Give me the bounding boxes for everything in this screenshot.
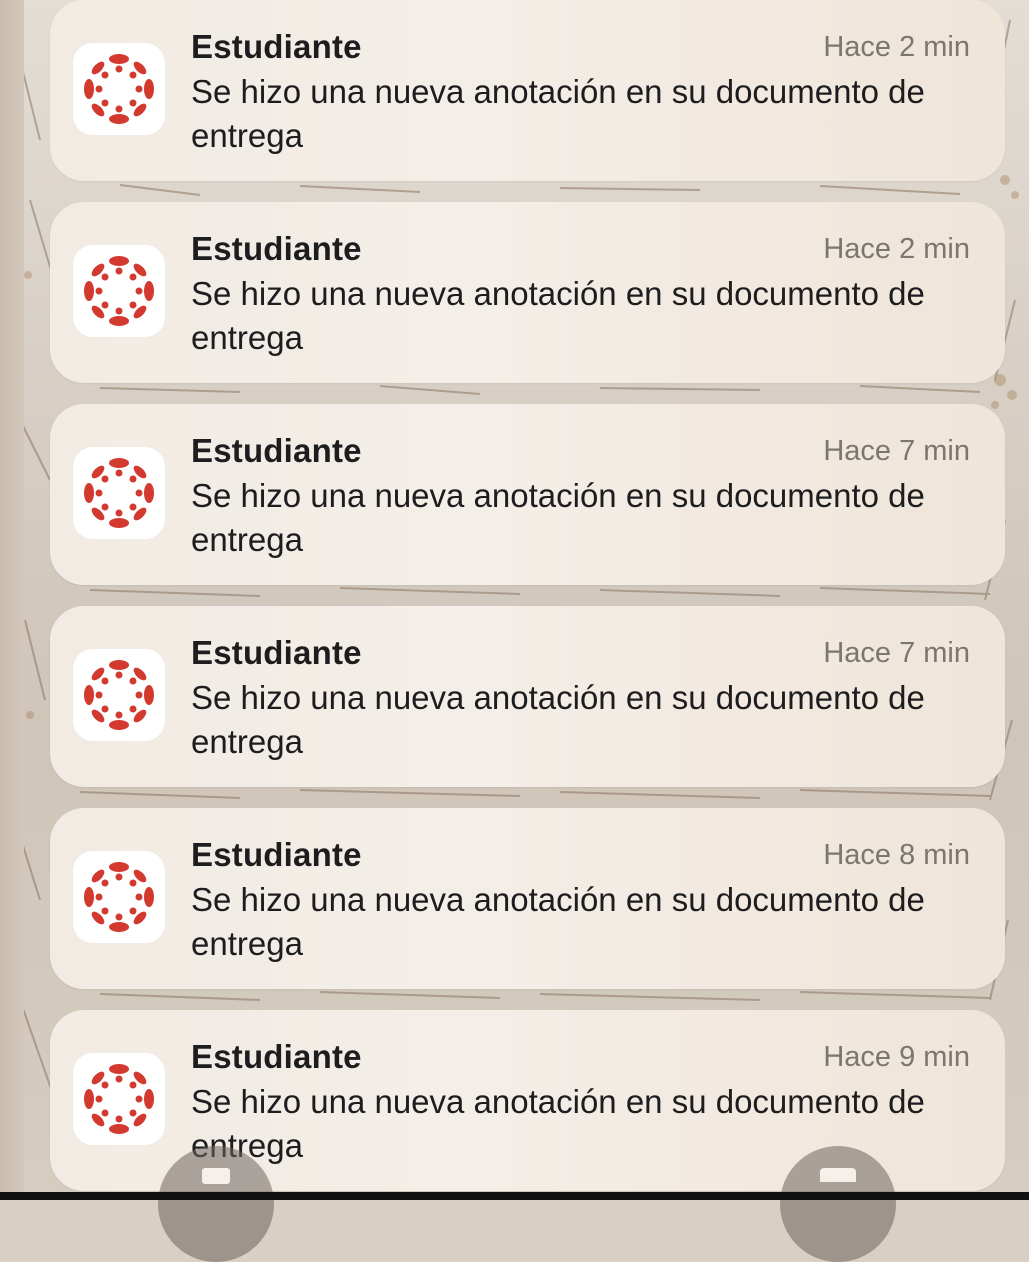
canvas-logo-icon — [84, 660, 154, 730]
notification-message: Se hizo una nueva anotación en su docume… — [191, 881, 925, 962]
canvas-logo-icon — [84, 1064, 154, 1134]
canvas-logo-icon — [84, 458, 154, 528]
notification-app-name: Estudiante — [191, 432, 362, 469]
notification-card[interactable]: Estudiante Hace 7 min Se hizo una nueva … — [50, 606, 1005, 787]
canvas-logo-icon — [84, 256, 154, 326]
notification-card[interactable]: Estudiante Hace 2 min Se hizo una nueva … — [50, 0, 1005, 181]
notification-timestamp: Hace 8 min — [823, 839, 970, 871]
notification-card[interactable]: Estudiante Hace 2 min Se hizo una nueva … — [50, 202, 1005, 383]
notification-timestamp: Hace 7 min — [823, 637, 970, 669]
notification-message: Se hizo una nueva anotación en su docume… — [191, 73, 925, 154]
canvas-student-icon — [73, 851, 165, 943]
camera-button[interactable] — [780, 1146, 896, 1262]
flashlight-button[interactable] — [158, 1146, 274, 1262]
canvas-logo-icon — [84, 862, 154, 932]
notification-app-name: Estudiante — [191, 28, 362, 65]
notification-app-name: Estudiante — [191, 1038, 362, 1075]
notification-timestamp: Hace 2 min — [823, 233, 970, 265]
notification-card[interactable]: Estudiante Hace 7 min Se hizo una nueva … — [50, 404, 1005, 585]
notification-timestamp: Hace 7 min — [823, 435, 970, 467]
notification-app-name: Estudiante — [191, 634, 362, 671]
canvas-student-icon — [73, 447, 165, 539]
canvas-student-icon — [73, 245, 165, 337]
notification-message: Se hizo una nueva anotación en su docume… — [191, 275, 925, 356]
canvas-student-icon — [73, 1053, 165, 1145]
notification-card[interactable]: Estudiante Hace 8 min Se hizo una nueva … — [50, 808, 1005, 989]
canvas-student-icon — [73, 43, 165, 135]
screen-bottom-edge — [0, 1192, 1029, 1200]
flashlight-icon — [202, 1168, 230, 1184]
notification-message: Se hizo una nueva anotación en su docume… — [191, 477, 925, 558]
canvas-student-icon — [73, 649, 165, 741]
screen-edge — [0, 0, 24, 1200]
canvas-logo-icon — [84, 54, 154, 124]
camera-icon — [820, 1168, 856, 1182]
notification-timestamp: Hace 9 min — [823, 1041, 970, 1073]
notification-message: Se hizo una nueva anotación en su docume… — [191, 679, 925, 760]
notification-timestamp: Hace 2 min — [823, 31, 970, 63]
notification-app-name: Estudiante — [191, 836, 362, 873]
notification-app-name: Estudiante — [191, 230, 362, 267]
